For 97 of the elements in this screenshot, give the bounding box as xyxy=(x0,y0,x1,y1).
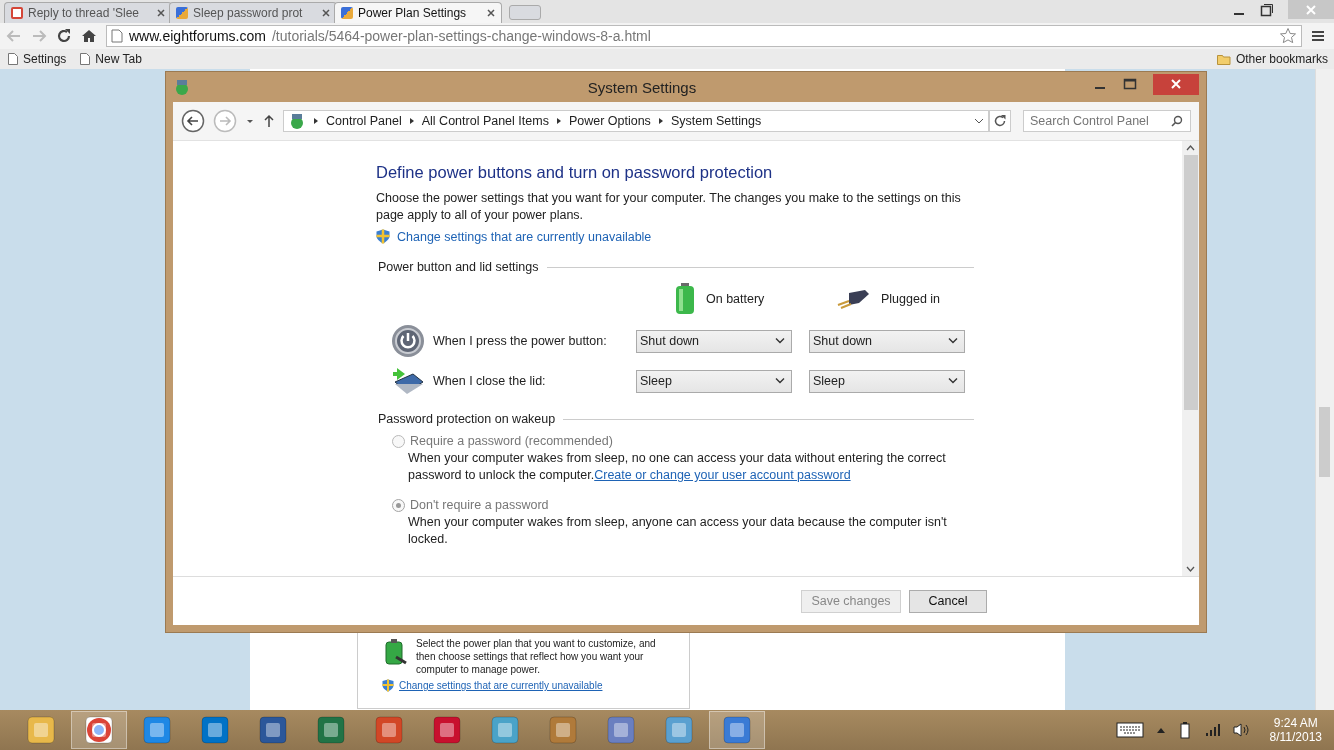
breadcrumb-item[interactable]: System Settings xyxy=(670,114,762,128)
search-icon[interactable] xyxy=(1171,115,1183,127)
signal-icon[interactable] xyxy=(1203,722,1220,738)
change-settings-link[interactable]: Change settings that are currently unavailable xyxy=(397,229,652,244)
scroll-up-icon[interactable] xyxy=(1186,145,1195,151)
app-icon[interactable] xyxy=(663,714,695,746)
option-label: Require a password (recommended) xyxy=(410,434,613,448)
plug-icon xyxy=(837,289,871,309)
page-icon xyxy=(8,53,18,65)
chevron-down-icon[interactable] xyxy=(974,116,984,126)
star-icon[interactable] xyxy=(1279,27,1297,45)
app-icon[interactable] xyxy=(25,714,57,746)
search-field[interactable]: Search Control Panel xyxy=(1023,110,1191,132)
setting-label: When I press the power button: xyxy=(433,334,607,348)
app-icon[interactable] xyxy=(83,714,115,746)
dropdown[interactable]: Shut down xyxy=(636,329,792,353)
app-icon[interactable] xyxy=(431,714,463,746)
up-arrow-icon[interactable] xyxy=(263,114,275,128)
dropdown[interactable]: Shut down xyxy=(809,329,965,353)
scroll-down-icon[interactable] xyxy=(1186,566,1195,572)
favicon-icon xyxy=(176,7,188,19)
close-icon[interactable] xyxy=(322,9,330,17)
app-icon[interactable] xyxy=(257,714,289,746)
dropdown[interactable]: Sleep xyxy=(809,369,965,393)
chevron-up-icon[interactable] xyxy=(1155,726,1166,734)
intro-text: Choose the power settings that you want for your computer. The changes you make to the settings on this page apply to all of your power plans. xyxy=(376,190,962,224)
page-heading: Define power buttons and turn on password protection xyxy=(376,163,774,182)
app-icon[interactable] xyxy=(721,714,753,746)
restore-icon[interactable] xyxy=(1260,2,1274,17)
breadcrumb-arrow-icon[interactable] xyxy=(312,117,320,125)
battery-icon xyxy=(674,283,696,315)
breadcrumb-arrow-icon[interactable] xyxy=(554,117,563,125)
app-icon[interactable] xyxy=(141,714,173,746)
maximize-icon[interactable] xyxy=(1123,77,1137,91)
dropdown[interactable]: Sleep xyxy=(636,369,792,393)
app-icon[interactable] xyxy=(199,714,231,746)
breadcrumb-item[interactable]: All Control Panel Items xyxy=(421,114,549,128)
speaker-icon[interactable] xyxy=(1231,722,1250,738)
reload-icon[interactable] xyxy=(56,28,72,44)
chevron-down-icon[interactable] xyxy=(775,377,785,385)
window-title: System Settings xyxy=(586,78,698,96)
shield-icon xyxy=(376,229,390,244)
favicon-icon xyxy=(11,7,23,19)
app-icon[interactable] xyxy=(605,714,637,746)
browser-tab[interactable]: Reply to thread 'Slee xyxy=(4,2,172,23)
breadcrumb-item[interactable]: Control Panel xyxy=(326,114,402,128)
address-bar[interactable]: www.eightforums.com /tutorials/5464-power-plan-settings-change-windows-8-a.html xyxy=(106,25,1302,47)
shield-icon xyxy=(382,679,394,692)
scrollbar[interactable] xyxy=(1182,141,1199,576)
battery-icon[interactable] xyxy=(1177,721,1192,739)
breadcrumb-arrow-icon[interactable] xyxy=(407,117,416,125)
panel-description: Select the power plan that you want to customize, and then choose settings that reflect how you want your computer to manage power. xyxy=(416,637,657,676)
close-button[interactable] xyxy=(1153,73,1199,95)
laptop-icon xyxy=(391,366,425,396)
breadcrumb-arrow-icon[interactable] xyxy=(656,117,665,125)
scrollbar[interactable] xyxy=(1315,69,1334,710)
breadcrumb-item[interactable]: Power Options xyxy=(568,114,651,128)
column-header: On battery xyxy=(706,292,765,306)
clock-time[interactable]: 9:24 AM xyxy=(1273,716,1318,730)
option-description: When your computer wakes from sleep, no one can access your data without entering the correct password to unlock the computer.Create or change your user account password xyxy=(408,450,947,484)
clock-date[interactable]: 8/11/2013 xyxy=(1269,730,1322,744)
section-title: Power button and lid settings xyxy=(378,260,539,274)
browser-tab[interactable]: Sleep password prot xyxy=(169,2,337,23)
app-icon[interactable] xyxy=(373,714,405,746)
keyboard-icon[interactable] xyxy=(1115,722,1144,738)
option-label: Don't require a password xyxy=(410,498,549,512)
home-icon[interactable] xyxy=(81,28,97,44)
favicon-icon xyxy=(341,7,353,19)
column-header: Plugged in xyxy=(881,292,941,306)
chevron-down-icon[interactable] xyxy=(775,337,785,345)
power-icon xyxy=(391,324,425,358)
close-icon[interactable] xyxy=(487,9,495,17)
section-title: Password protection on wakeup xyxy=(378,412,556,426)
page-icon xyxy=(80,53,91,65)
address-bar[interactable]: Control Panel All Control Panel Items Power Options System Settings xyxy=(283,110,989,132)
cancel-button[interactable]: Cancel xyxy=(909,589,987,613)
control-panel-icon xyxy=(288,112,306,130)
bookmark[interactable]: New Tab xyxy=(80,52,142,66)
app-icon[interactable] xyxy=(547,714,579,746)
other-bookmarks[interactable]: Other bookmarks xyxy=(1216,52,1328,66)
setting-label: When I close the lid: xyxy=(433,374,546,388)
menu-icon[interactable] xyxy=(1311,29,1325,43)
app-icon[interactable] xyxy=(315,714,347,746)
change-settings-link[interactable]: Change settings that are currently unavailable xyxy=(399,680,603,691)
control-panel-icon xyxy=(173,78,191,96)
option-description: When your computer wakes from sleep, anyone can access your data because the computer isn't locked. xyxy=(408,514,948,548)
page-icon xyxy=(111,29,123,43)
taskbar-button[interactable] xyxy=(709,711,765,749)
browser-tab[interactable]: Power Plan Settings xyxy=(334,2,502,23)
chevron-down-icon[interactable] xyxy=(948,337,958,345)
back-icon[interactable] xyxy=(181,109,205,133)
taskbar-button[interactable] xyxy=(71,711,127,749)
chevron-down-icon[interactable] xyxy=(948,377,958,385)
app-icon[interactable] xyxy=(489,714,521,746)
folder-icon xyxy=(1216,53,1231,65)
close-icon[interactable] xyxy=(157,9,165,17)
bookmark[interactable]: Settings xyxy=(8,52,67,66)
